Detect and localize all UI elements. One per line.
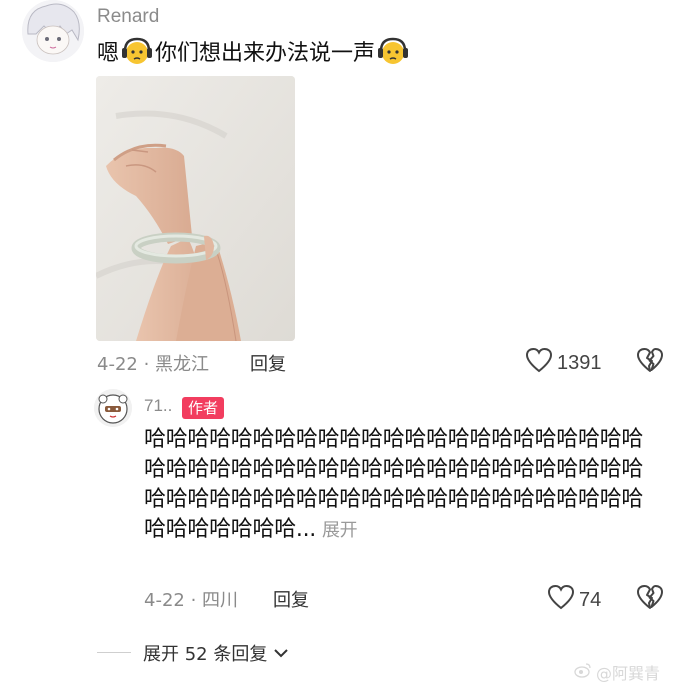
broken-heart-icon [636,585,664,614]
reply-to-author-button[interactable]: 回复 [273,586,309,612]
reply-dislike-button[interactable] [636,584,664,614]
comment-photo-hands-bracelet[interactable] [96,76,295,341]
reply-date-location: 4-22 · 四川 [144,590,239,611]
reply-like-count: 74 [579,588,602,611]
expand-replies-divider [97,652,131,653]
author-badge: 作者 [182,397,225,419]
expand-replies-label: 展开 52 条回复 [143,644,268,665]
commenter-username[interactable]: Renard [97,6,159,28]
comment-text-part-2: 你们想出来办法说一声 [155,41,376,66]
heart-outline-icon [525,347,553,379]
comment-text: 嗯 你们想出来办法说一声 [97,35,411,67]
dislike-button[interactable] [636,347,664,377]
commenter-avatar[interactable] [22,0,84,62]
reply-text-body: 哈哈哈哈哈哈哈哈哈哈哈哈哈哈哈哈哈哈哈哈哈哈哈哈哈哈哈哈哈哈哈哈哈哈哈哈哈哈哈哈… [144,427,644,542]
author-avatar[interactable] [94,389,132,427]
watermark-text: @阿巽青 [596,664,661,683]
watermark: @阿巽青 [574,660,660,684]
broken-heart-icon [636,348,664,377]
author-username[interactable]: 71.. [144,396,172,416]
heart-outline-icon [547,584,575,616]
expand-replies-button[interactable]: 展开 52 条回复 [143,640,289,666]
worried-headphones-emoji-icon [121,35,153,67]
expand-text-link[interactable]: 展开 [322,520,358,541]
worried-headphones-emoji-icon [377,35,409,67]
like-button[interactable]: 1391 [525,347,602,379]
weibo-logo-icon [574,662,592,682]
comment-date-location: 4-22 · 黑龙江 [97,354,210,375]
chevron-down-icon [273,643,289,664]
reply-text: 哈哈哈哈哈哈哈哈哈哈哈哈哈哈哈哈哈哈哈哈哈哈哈哈哈哈哈哈哈哈哈哈哈哈哈哈哈哈哈哈… [144,425,654,546]
reply-like-button[interactable]: 74 [547,584,601,616]
like-count: 1391 [557,351,602,374]
comment-text-part-1: 嗯 [97,41,120,66]
reply-button[interactable]: 回复 [250,350,286,376]
